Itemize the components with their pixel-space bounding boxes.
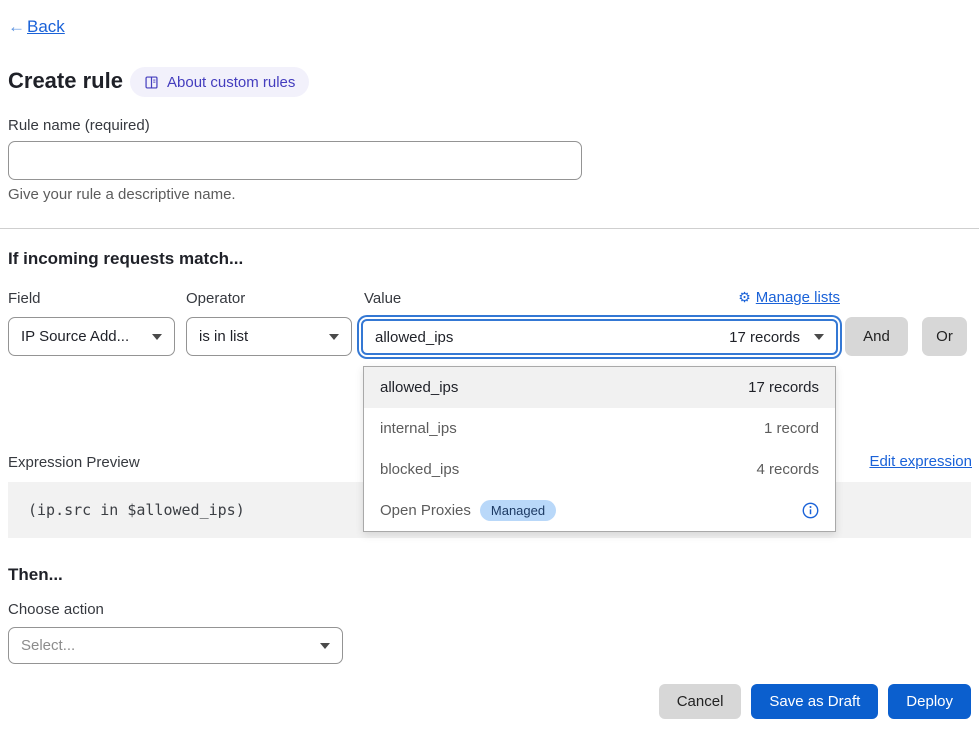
list-option-name: allowed_ips (380, 379, 458, 396)
manage-lists-label: Manage lists (756, 289, 840, 306)
list-dropdown-menu: allowed_ips 17 records internal_ips 1 re… (363, 366, 836, 532)
section-divider (0, 228, 979, 229)
about-custom-rules-link[interactable]: About custom rules (130, 67, 309, 97)
list-option-name: internal_ips (380, 420, 457, 437)
then-section-heading: Then... (8, 565, 63, 585)
gear-icon: ⚙ (738, 289, 751, 306)
choose-action-label: Choose action (8, 601, 104, 618)
rule-name-helper-text: Give your rule a descriptive name. (8, 186, 236, 203)
footer-actions: Cancel Save as Draft Deploy (659, 684, 971, 719)
action-select[interactable]: Select... (8, 627, 343, 664)
expression-preview-label: Expression Preview (8, 454, 140, 471)
chevron-down-icon (320, 643, 330, 649)
list-option-open-proxies[interactable]: Open Proxies Managed (364, 490, 835, 531)
list-option-records: 4 records (756, 461, 819, 478)
field-label: Field (8, 290, 41, 307)
back-arrow-icon: ← (8, 17, 25, 37)
save-as-draft-button[interactable]: Save as Draft (751, 684, 878, 719)
field-select[interactable]: IP Source Add... (8, 317, 175, 356)
value-label: Value (364, 290, 401, 307)
book-icon (144, 75, 159, 90)
operator-select-value: is in list (199, 328, 248, 345)
back-label: Back (27, 17, 65, 37)
chevron-down-icon (329, 334, 339, 340)
value-select-value: allowed_ips (375, 329, 453, 346)
back-link[interactable]: ← Back (8, 17, 65, 37)
expression-code-text: (ip.src in $allowed_ips) (28, 501, 245, 519)
deploy-button[interactable]: Deploy (888, 684, 971, 719)
chevron-down-icon (152, 334, 162, 340)
action-select-placeholder: Select... (21, 637, 75, 654)
list-option-internal-ips[interactable]: internal_ips 1 record (364, 408, 835, 449)
rule-name-input[interactable] (8, 141, 582, 180)
operator-label: Operator (186, 290, 245, 307)
chevron-down-icon (814, 334, 824, 340)
info-icon[interactable] (802, 502, 819, 519)
value-select-record-count: 17 records (729, 329, 800, 346)
list-option-records: 1 record (764, 420, 819, 437)
list-option-allowed-ips[interactable]: allowed_ips 17 records (364, 367, 835, 408)
list-option-records: 17 records (748, 379, 819, 396)
match-section-heading: If incoming requests match... (8, 249, 243, 269)
cancel-button[interactable]: Cancel (659, 684, 742, 719)
and-button[interactable]: And (845, 317, 908, 356)
edit-expression-link[interactable]: Edit expression (869, 453, 972, 470)
value-select[interactable]: allowed_ips 17 records (361, 319, 838, 355)
rule-name-label: Rule name (required) (8, 117, 150, 134)
list-option-name: Open Proxies (380, 502, 471, 519)
or-button[interactable]: Or (922, 317, 967, 356)
manage-lists-link[interactable]: ⚙ Manage lists (738, 289, 840, 306)
about-custom-rules-label: About custom rules (167, 74, 295, 91)
operator-select[interactable]: is in list (186, 317, 352, 356)
field-select-value: IP Source Add... (21, 328, 129, 345)
list-option-blocked-ips[interactable]: blocked_ips 4 records (364, 449, 835, 490)
page-title: Create rule (8, 68, 123, 94)
list-option-name: blocked_ips (380, 461, 459, 478)
managed-badge: Managed (480, 500, 556, 521)
